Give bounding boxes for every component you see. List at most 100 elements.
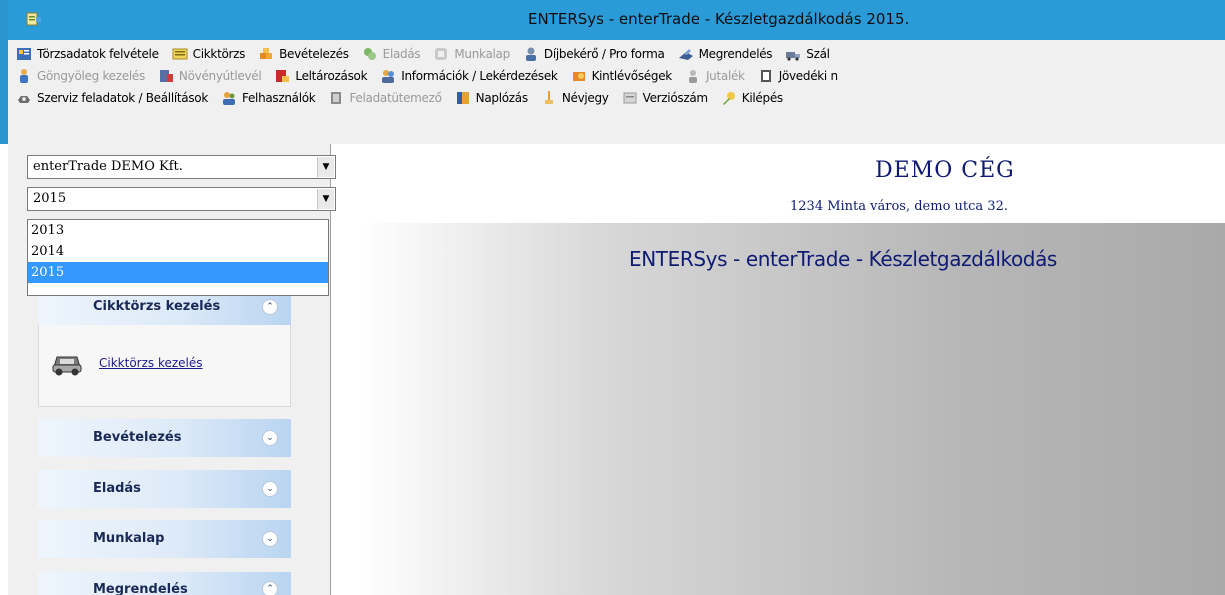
sales-icon (363, 48, 376, 60)
toolbar-item-label: Leltározások (295, 69, 368, 83)
main-header (332, 144, 1225, 223)
receiving-icon (260, 48, 273, 59)
toolbar-item-cikktorzs[interactable]: Cikktörzs (172, 46, 245, 62)
version-icon (623, 92, 637, 104)
sidebar-panel-label: Bevételezés (93, 430, 182, 445)
sidebar-panel-munkalap[interactable]: Munkalap ⌄ (38, 520, 291, 558)
toolbar-item-kintlevosegek[interactable]: Kintlévőségek (571, 68, 672, 84)
company-select-value: enterTrade DEMO Kft. (33, 159, 183, 174)
toolbar-item-label: Névjegy (561, 91, 609, 105)
info-query-icon (382, 70, 395, 83)
company-name: DEMO CÉG (875, 158, 1015, 183)
excise-icon (760, 70, 771, 82)
proforma-icon (525, 47, 536, 61)
exit-icon (722, 92, 735, 105)
toolbar-item-bevetelezes[interactable]: Bevételezés (258, 46, 349, 62)
plant-passport-icon (159, 70, 173, 82)
packaging-icon (20, 69, 28, 83)
inventory-icon (276, 70, 290, 82)
toolbar-item-label: Információk / Lekérdezések (401, 69, 558, 83)
toolbar-item-label: Díjbekérő / Pro forma (543, 47, 665, 61)
item-register-icon (172, 48, 188, 60)
toolbar-item-novenyutlevel[interactable]: Növényútlevél (158, 68, 262, 84)
toolbar-item-label: Eladás (382, 47, 421, 61)
company-select[interactable]: enterTrade DEMO Kft. ▼ (27, 155, 336, 179)
year-dropdown-list: 2013 2014 2015 (27, 219, 329, 296)
toolbar-item-naplozas[interactable]: Naplózás (455, 90, 528, 106)
sidebar-panel-label: Megrendelés (93, 582, 188, 595)
app-title: ENTERSys - enterTrade - Készletgazdálkod… (629, 247, 1057, 271)
toolbar-row-1: Törzsadatok felvétele Cikktörzs Bevétele… (16, 42, 1225, 66)
sidebar-panel-label: Eladás (93, 481, 141, 496)
car-icon (52, 356, 82, 376)
toolbar-item-feladatutemezo[interactable]: Feladatütemező (328, 90, 442, 106)
toolbar-item-label: Bevételezés (279, 47, 349, 61)
year-select[interactable]: 2015 ▼ (27, 187, 336, 211)
toolbar-item-label: Szál (806, 47, 830, 61)
sidebar-panel-megrendeles[interactable]: Megrendelés ⌃ (38, 572, 291, 595)
year-select-value: 2015 (33, 191, 67, 206)
records-icon (17, 48, 31, 60)
chevron-down-icon[interactable]: ⌄ (262, 481, 278, 497)
year-option[interactable]: 2013 (28, 220, 328, 241)
toolbar-item-eladas[interactable]: Eladás (362, 46, 421, 62)
toolbar-item-informaciok[interactable]: Információk / Lekérdezések (380, 68, 558, 84)
sidebar-link-cikktorzs-kezeles[interactable]: Cikktörzs kezelés (99, 356, 203, 370)
toolbar-item-megrendeles[interactable]: Megrendelés (678, 46, 773, 62)
users-icon (223, 92, 235, 105)
receivables-icon (572, 72, 585, 81)
toolbar-item-kilepes[interactable]: Kilépés (721, 90, 783, 106)
logging-icon (456, 92, 469, 104)
toolbar-item-label: Verziószám (642, 91, 708, 105)
toolbar-item-gongyoleg[interactable]: Göngyöleg kezelés (16, 68, 145, 84)
toolbar-item-label: Kilépés (741, 91, 783, 105)
chevron-up-icon[interactable]: ⌃ (262, 299, 278, 315)
toolbar-item-verzioszam[interactable]: Verziószám (622, 90, 708, 106)
sidebar-panel-bevetelezes[interactable]: Bevételezés ⌄ (38, 419, 291, 457)
sidebar-panel-eladas[interactable]: Eladás ⌄ (38, 470, 291, 508)
toolbar-item-szerviz[interactable]: Szerviz feladatok / Beállítások (16, 90, 208, 106)
chevron-down-icon[interactable]: ⌄ (262, 430, 278, 446)
scheduler-icon (331, 92, 342, 104)
toolbar-item-label: Növényútlevél (178, 69, 262, 83)
toolbar-item-leltarozasok[interactable]: Leltározások (274, 68, 368, 84)
toolbar-item-label: Naplózás (475, 91, 528, 105)
toolbar-item-nevjegy[interactable]: Névjegy (541, 90, 609, 106)
sidebar-panel-body-cikktorzs: Cikktörzs kezelés (38, 325, 291, 407)
toolbar-item-label: Cikktörzs (192, 47, 246, 61)
toolbar-item-felhasznalok[interactable]: Felhasználók (221, 90, 316, 106)
toolbar-row-2: Göngyöleg kezelés Növényútlevél Leltároz… (16, 64, 1225, 88)
delivery-icon (786, 52, 801, 61)
toolbar-item-jovedeki[interactable]: Jövedéki n (758, 68, 838, 84)
year-option[interactable]: 2014 (28, 241, 328, 262)
toolbar-item-label: Kintlévőségek (591, 69, 673, 83)
commission-icon (688, 70, 697, 83)
chevron-up-icon[interactable]: ⌃ (262, 581, 278, 595)
toolbar-row-3: Szerviz feladatok / Beállítások Felhaszn… (16, 86, 1225, 110)
app-icon (26, 12, 41, 26)
window-titlebar: ENTERSys - enterTrade - Készletgazdálkod… (0, 0, 1225, 40)
toolbar-item-torzsadatok[interactable]: Törzsadatok felvétele (16, 46, 159, 62)
chevron-down-icon[interactable]: ⌄ (262, 531, 278, 547)
toolbar-item-dijbekero[interactable]: Díjbekérő / Pro forma (523, 46, 665, 62)
sidebar-panel-label: Munkalap (93, 531, 165, 546)
toolbar-item-jutalek[interactable]: Jutalék (685, 68, 745, 84)
toolbar-item-label: Göngyöleg kezelés (37, 69, 145, 83)
toolbar-area: Törzsadatok felvétele Cikktörzs Bevétele… (0, 40, 1225, 144)
chevron-down-icon[interactable]: ▼ (317, 189, 334, 209)
order-icon (678, 49, 693, 60)
service-settings-icon (18, 96, 30, 103)
about-icon (544, 91, 553, 104)
year-option-selected[interactable]: 2015 (28, 262, 328, 283)
chevron-down-icon[interactable]: ▼ (317, 157, 334, 177)
toolbar-item-label: Megrendelés (698, 47, 773, 61)
toolbar-item-munkalap[interactable]: Munkalap (433, 46, 510, 62)
toolbar-item-label: Feladatütemező (349, 91, 442, 105)
worksheet-icon (435, 48, 448, 60)
sidebar-panel-label: Cikktörzs kezelés (93, 299, 221, 314)
window-title: ENTERSys - enterTrade - Készletgazdálkod… (528, 10, 910, 28)
toolbar-item-szal[interactable]: Szál (785, 46, 830, 62)
toolbar-item-label: Felhasználók (242, 91, 316, 105)
toolbar-item-label: Jövedéki n (778, 69, 838, 83)
toolbar-item-label: Szerviz feladatok / Beállítások (37, 91, 208, 105)
